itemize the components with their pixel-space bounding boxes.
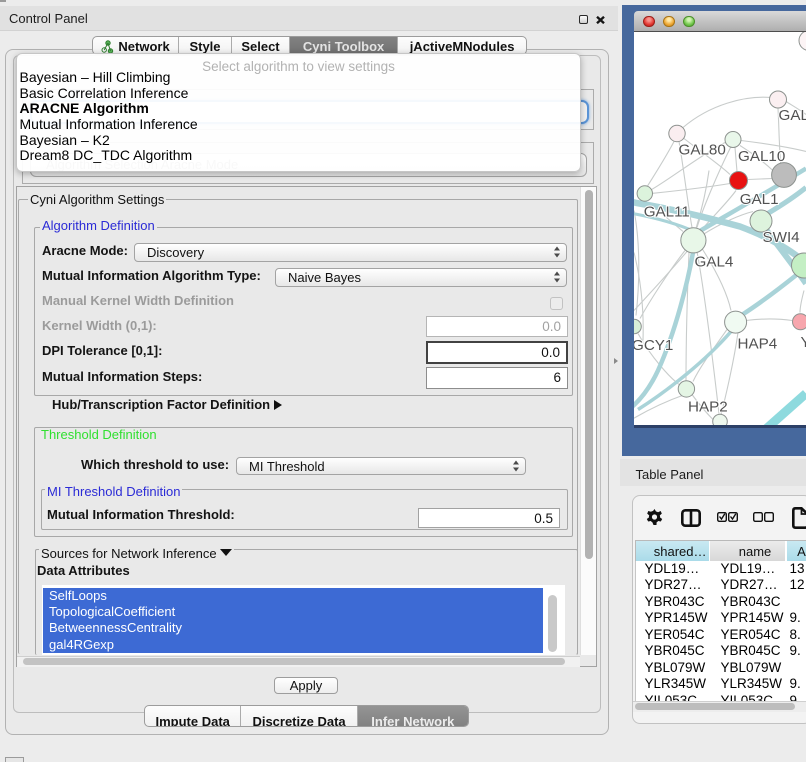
svg-text:GAL1: GAL1 [740,191,779,208]
svg-text:GAL80: GAL80 [679,141,726,158]
svg-text:HAP2: HAP2 [688,398,728,415]
svg-text:SWI4: SWI4 [763,229,800,246]
svg-text:GAL4: GAL4 [695,253,734,270]
svg-text:GCY1: GCY1 [634,337,673,354]
svg-text:GAL7: GAL7 [779,107,806,124]
svg-text:YEL: YEL [801,334,806,351]
svg-text:HAP4: HAP4 [738,335,778,352]
svg-text:GAL11: GAL11 [644,203,690,220]
svg-text:GAL10: GAL10 [738,148,785,165]
